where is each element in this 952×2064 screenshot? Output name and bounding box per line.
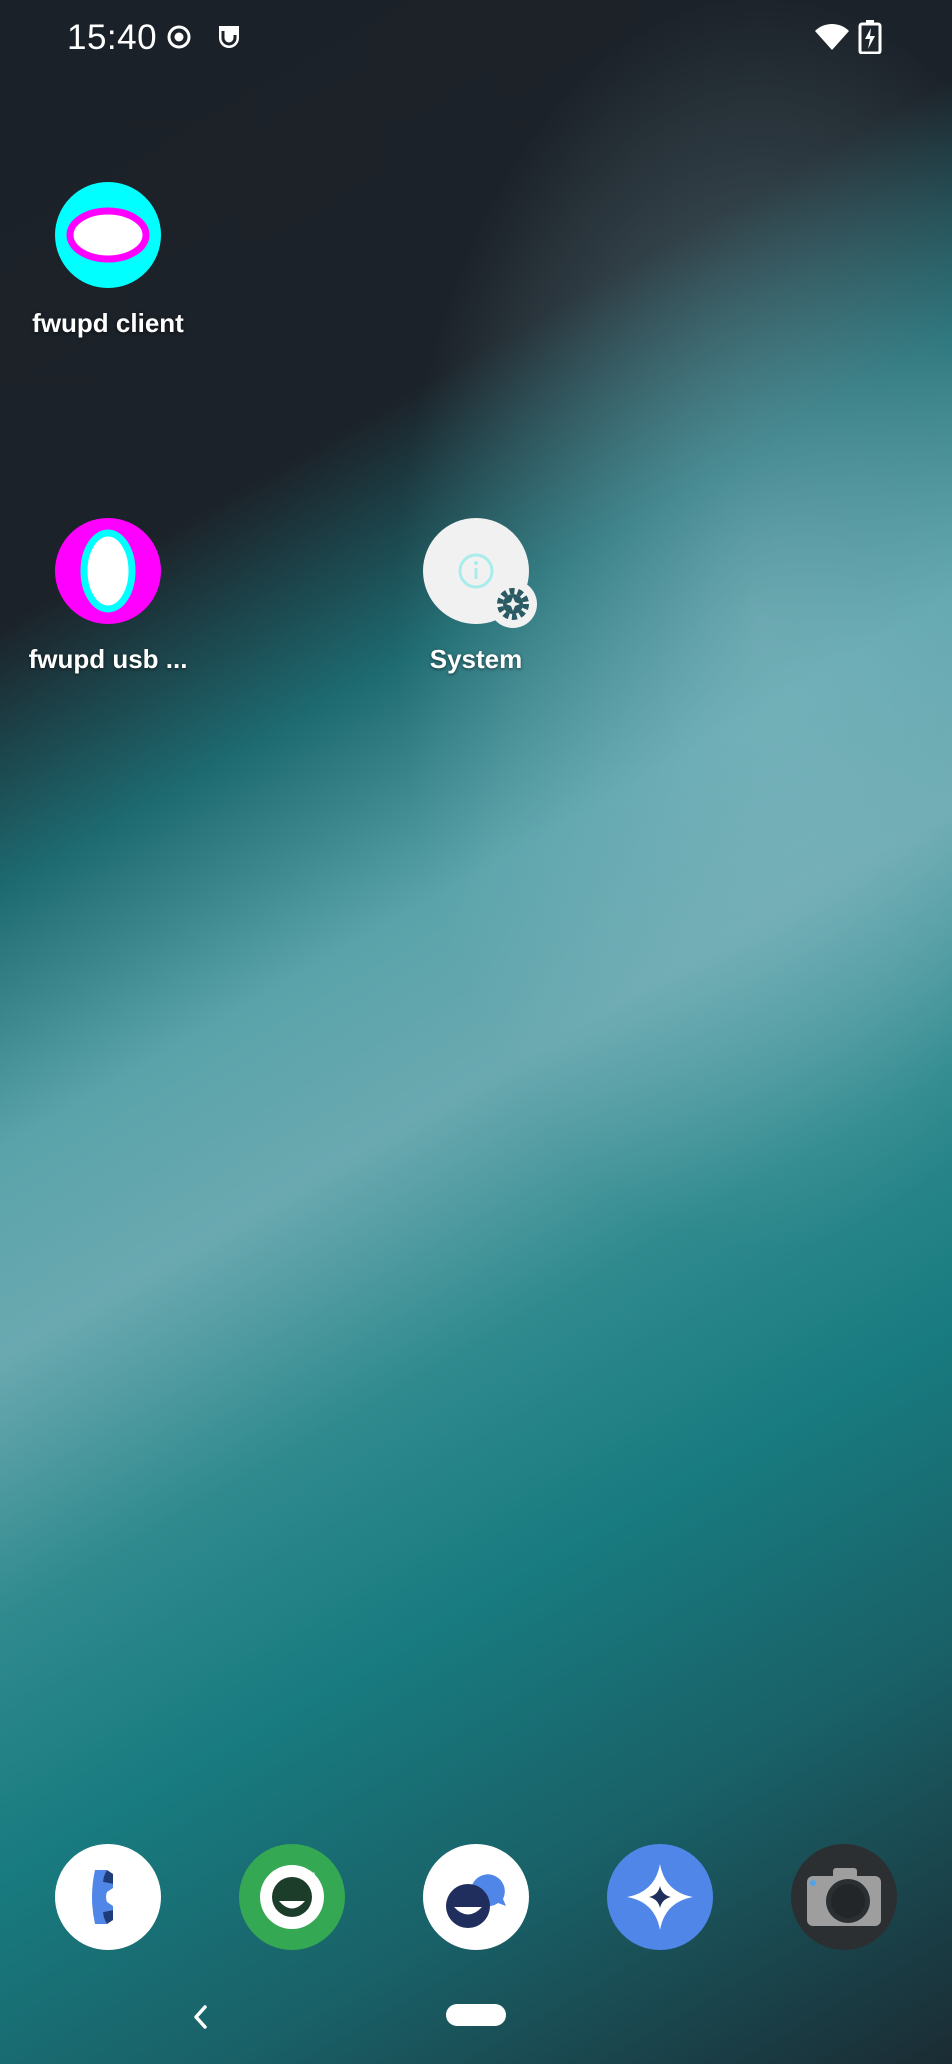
status-bar: 15:40 [0,0,952,74]
settings-badge-icon [489,580,537,628]
assistant-icon[interactable] [607,1844,713,1950]
app-label: fwupd client [32,308,184,338]
app-system[interactable]: System [384,518,568,675]
chat-icon[interactable] [423,1844,529,1950]
phone-icon[interactable] [55,1844,161,1950]
camera-icon[interactable] [791,1844,897,1950]
notification-app-icon [214,22,244,52]
back-icon[interactable] [186,2002,216,2032]
messages-icon[interactable] [239,1844,345,1950]
record-icon [164,22,194,52]
app-fwupd-usb[interactable]: fwupd usb ... [16,518,200,675]
home-pill[interactable] [446,2004,506,2026]
fwupd-usb-icon [55,518,161,624]
system-info-icon [423,518,537,628]
app-label: fwupd usb ... [28,644,188,674]
battery-charging-icon [858,20,882,55]
wifi-icon [814,22,850,52]
fwupd-client-icon [55,182,161,288]
app-fwupd-client[interactable]: fwupd client [16,182,200,339]
app-label: System [429,644,523,674]
status-time: 15:40 [67,18,158,57]
